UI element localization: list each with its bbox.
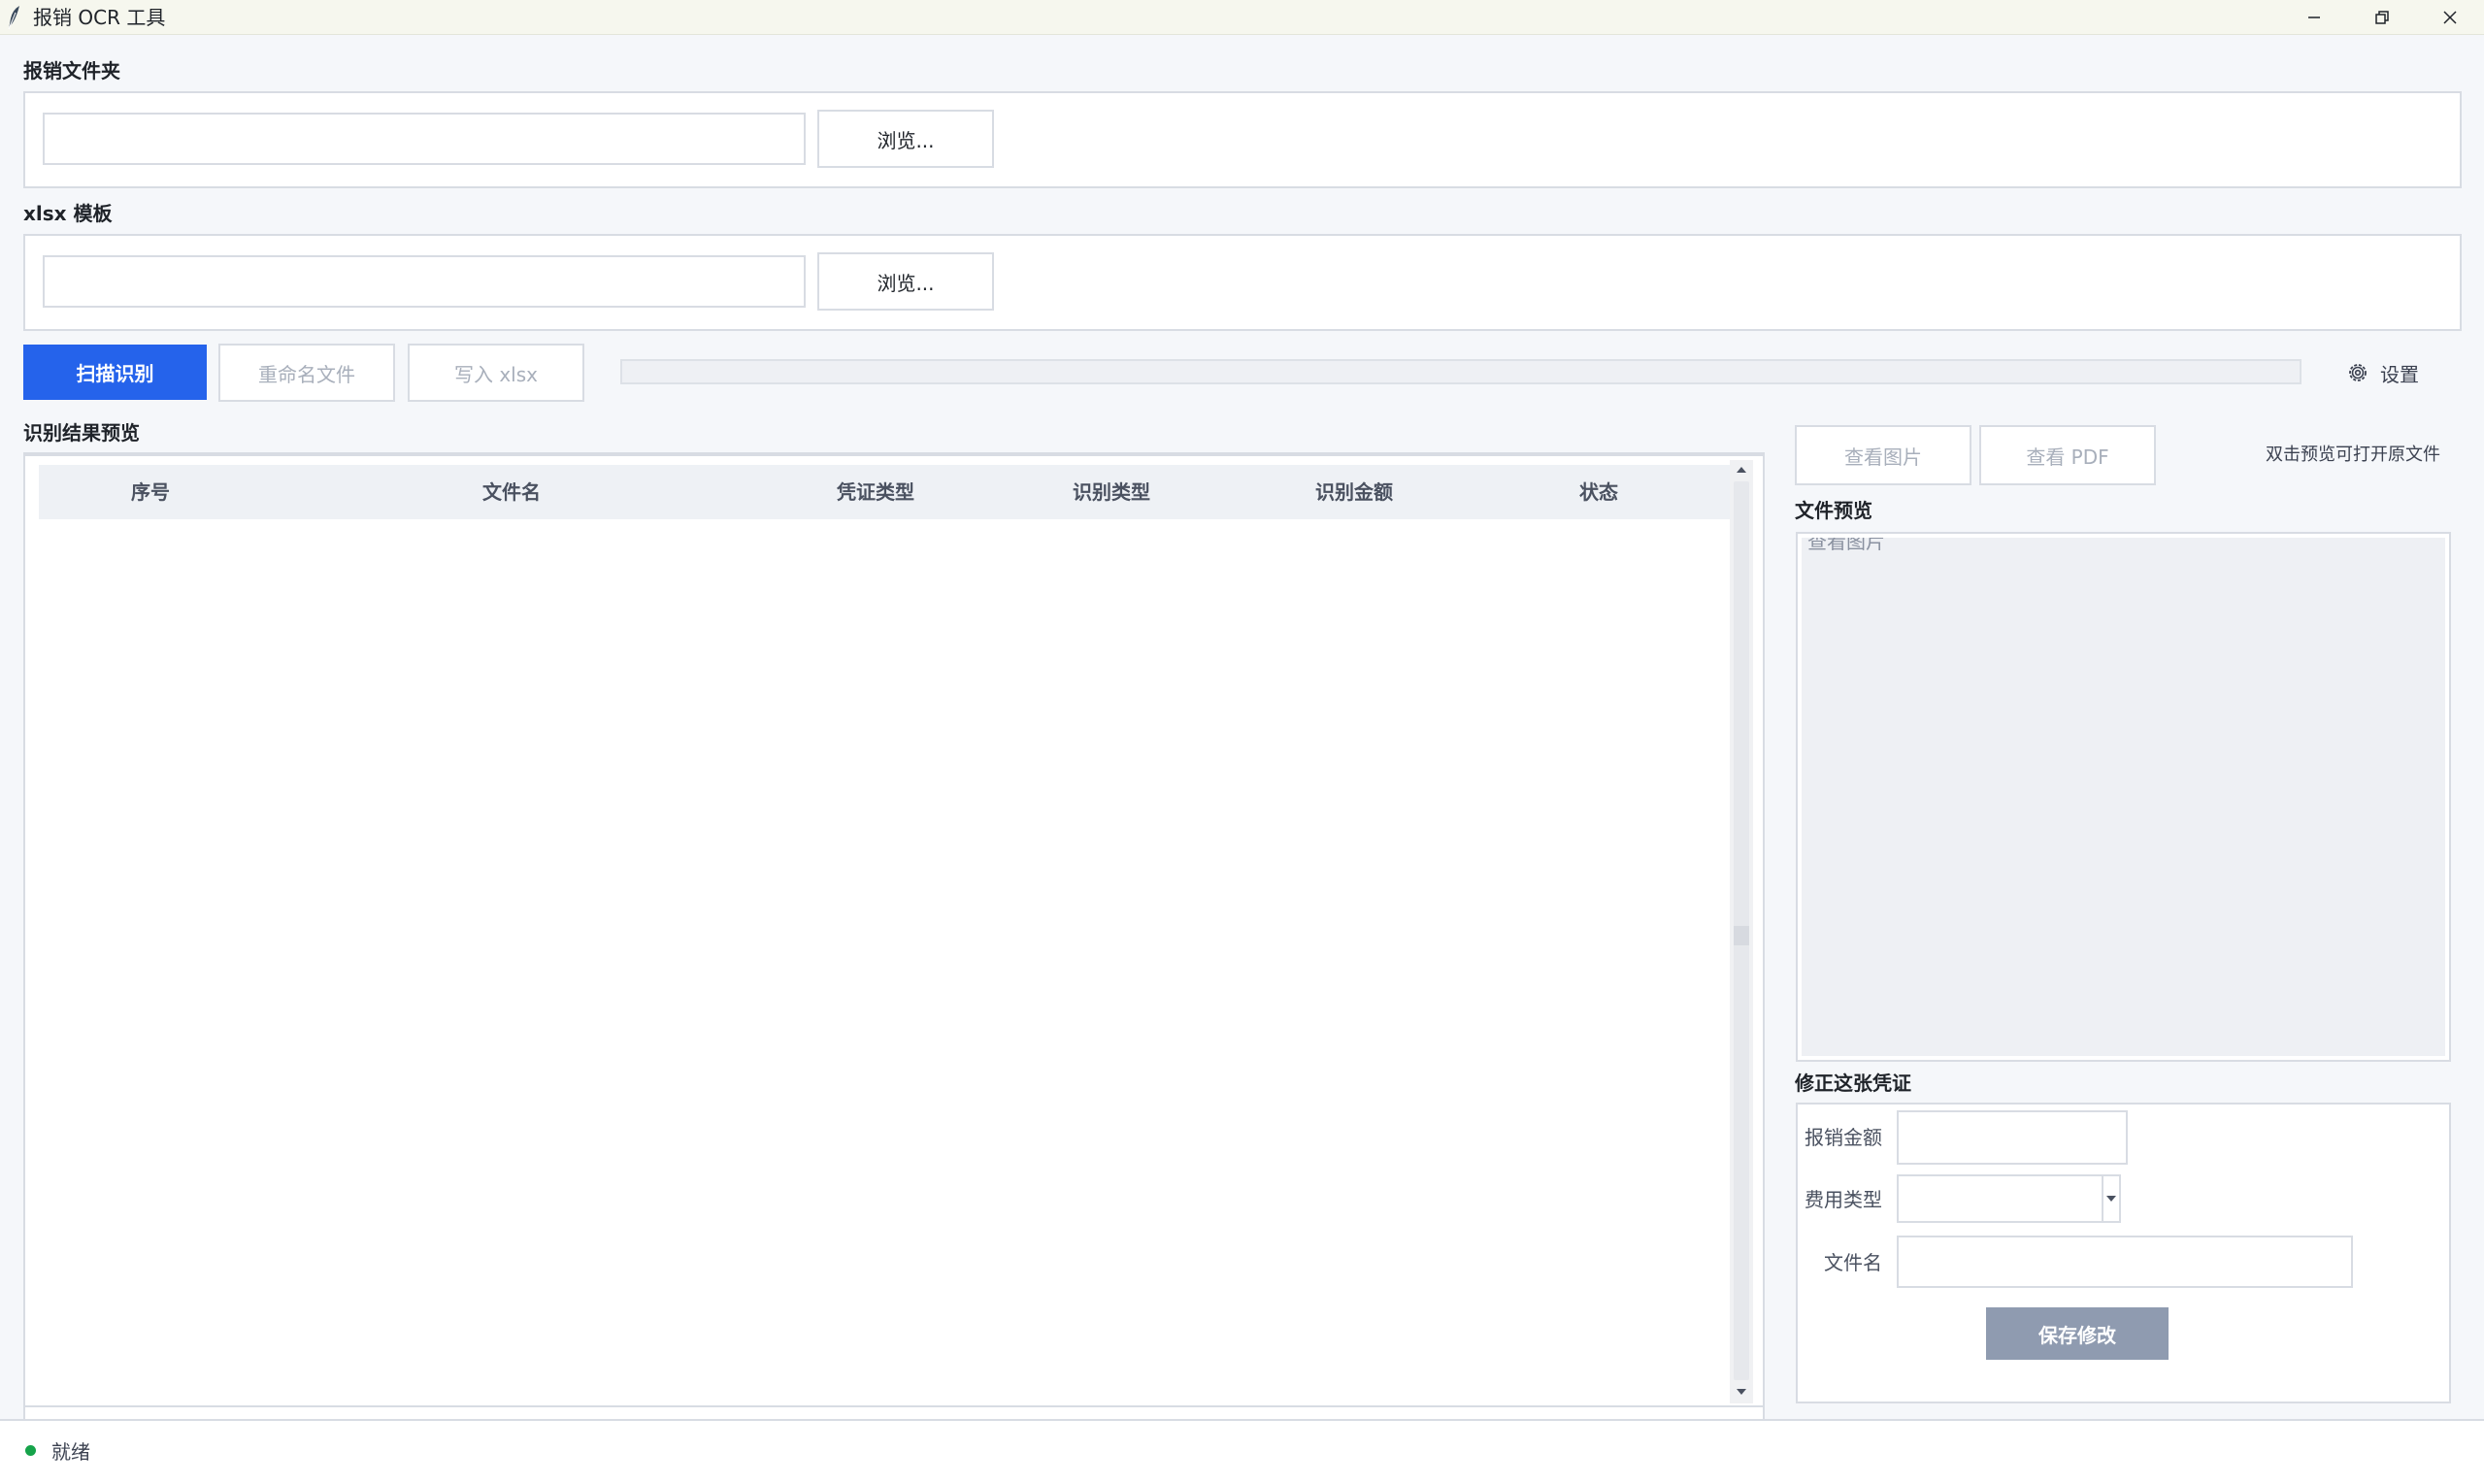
expense-type-dropdown-button[interactable] bbox=[2102, 1176, 2119, 1221]
close-icon bbox=[2443, 11, 2457, 24]
progress-bar bbox=[620, 359, 2302, 384]
filename-label: 文件名 bbox=[1824, 1251, 1882, 1274]
preview-placeholder: 查看图片 bbox=[1807, 538, 1885, 553]
template-path-input[interactable] bbox=[43, 255, 806, 308]
folder-browse-button[interactable]: 浏览... bbox=[817, 110, 994, 168]
template-browse-button[interactable]: 浏览... bbox=[817, 252, 994, 311]
save-changes-button[interactable]: 保存修改 bbox=[1986, 1307, 2169, 1360]
close-window-button[interactable] bbox=[2416, 0, 2484, 35]
restore-button[interactable] bbox=[2348, 0, 2416, 35]
view-image-button[interactable]: 查看图片 bbox=[1795, 425, 1971, 485]
preview-hint: 双击预览可打开原文件 bbox=[2266, 445, 2440, 465]
minimize-button[interactable] bbox=[2280, 0, 2348, 35]
column-header-recognized-amount[interactable]: 识别金额 bbox=[1233, 465, 1475, 519]
results-scrollbar[interactable] bbox=[1730, 460, 1753, 1403]
column-header-filename[interactable]: 文件名 bbox=[262, 465, 761, 519]
filename-input[interactable] bbox=[1897, 1236, 2353, 1288]
rename-files-button[interactable]: 重命名文件 bbox=[218, 344, 395, 402]
status-indicator bbox=[25, 1445, 36, 1456]
gear-icon bbox=[2349, 364, 2367, 381]
scan-button[interactable]: 扫描识别 bbox=[23, 345, 207, 400]
restore-icon bbox=[2375, 11, 2389, 24]
expense-type-select[interactable] bbox=[1897, 1174, 2121, 1223]
scroll-down-button[interactable] bbox=[1730, 1382, 1753, 1402]
template-section-label: xlsx 模板 bbox=[23, 202, 113, 225]
correction-section-label: 修正这张凭证 bbox=[1795, 1072, 1911, 1095]
folder-section-label: 报销文件夹 bbox=[23, 59, 120, 82]
minimize-icon bbox=[2308, 16, 2320, 18]
status-bar: 就绪 bbox=[0, 1419, 2484, 1484]
triangle-up-icon bbox=[1737, 467, 1746, 473]
results-table-header: 序号 文件名 凭证类型 识别类型 识别金额 状态 bbox=[39, 465, 1730, 519]
chevron-down-icon bbox=[2106, 1196, 2116, 1202]
window-title: 报销 OCR 工具 bbox=[33, 6, 166, 29]
amount-label: 报销金额 bbox=[1805, 1126, 1882, 1149]
settings-button[interactable]: 设置 bbox=[2347, 357, 2419, 388]
feather-icon bbox=[8, 6, 19, 30]
scroll-up-button[interactable] bbox=[1730, 460, 1753, 479]
results-table-body bbox=[39, 519, 1730, 1402]
results-section-label: 识别结果预览 bbox=[23, 421, 140, 445]
amount-input[interactable] bbox=[1897, 1110, 2128, 1165]
expense-type-label: 费用类型 bbox=[1805, 1188, 1882, 1211]
settings-label: 设置 bbox=[2380, 362, 2419, 386]
triangle-down-icon bbox=[1737, 1389, 1746, 1395]
status-text: 就绪 bbox=[51, 1440, 90, 1464]
view-pdf-button[interactable]: 查看 PDF bbox=[1979, 425, 2156, 485]
column-header-voucher-type[interactable]: 凭证类型 bbox=[761, 465, 990, 519]
column-header-index[interactable]: 序号 bbox=[39, 465, 262, 519]
folder-path-input[interactable] bbox=[43, 113, 806, 165]
column-header-recognized-type[interactable]: 识别类型 bbox=[990, 465, 1233, 519]
write-xlsx-button[interactable]: 写入 xlsx bbox=[408, 344, 584, 402]
scroll-thumb[interactable] bbox=[1734, 926, 1749, 945]
title-bar: 报销 OCR 工具 bbox=[0, 0, 2484, 35]
preview-section-label: 文件预览 bbox=[1795, 499, 1872, 522]
file-preview-area[interactable]: 查看图片 bbox=[1802, 538, 2445, 1056]
column-header-status[interactable]: 状态 bbox=[1475, 465, 1722, 519]
